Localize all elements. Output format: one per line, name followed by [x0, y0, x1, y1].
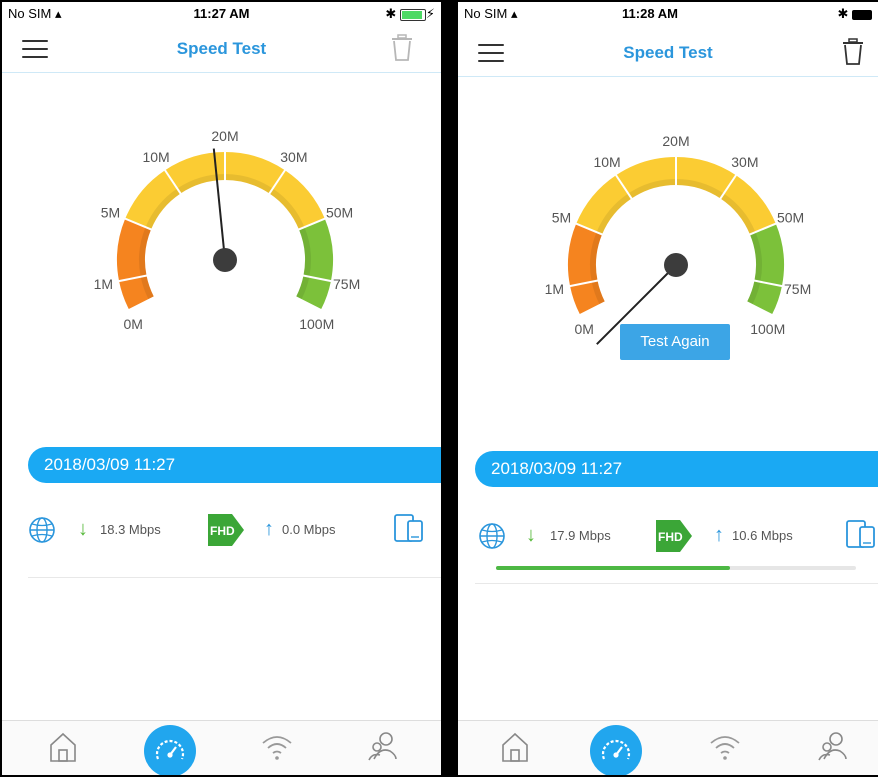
download-arrow-icon: ↓: [78, 518, 88, 540]
gauge-tick-label: 10M: [142, 149, 169, 165]
speed-gauge: 0M 1M 5M 10M 20M 30M 50M 75M 100M: [94, 128, 361, 332]
wifi-icon: [710, 736, 740, 760]
status-bar: No SIM ▴ 11:28 AM ✱: [458, 2, 878, 26]
gauge-tick-label: 5M: [552, 210, 571, 226]
devices-icon[interactable]: [844, 518, 878, 552]
result-row: ↓ 17.9 Mbps FHD ↑ 10.6 Mbps: [458, 516, 878, 556]
gauge-tick-label: 0M: [575, 321, 594, 337]
tab-home[interactable]: [40, 729, 86, 775]
status-time: 11:27 AM: [193, 6, 250, 21]
upload-speed: 0.0 Mbps: [282, 522, 336, 537]
gauge-tick-label: 1M: [545, 281, 564, 297]
phone-screen-1: No SIM ▴ 11:27 AM ✱ ⚡ Speed Test 0M 1M 5M 1…: [0, 0, 443, 777]
result-row: ↓ 18.3 Mbps FHD ↑ 0.0 Mbps: [2, 510, 441, 550]
gauge-tick-label: 1M: [94, 276, 113, 292]
page-title: Speed Test: [623, 43, 713, 62]
battery-icon: ✱ ⚡: [385, 6, 435, 21]
trash-icon[interactable]: [391, 34, 413, 62]
home-icon: [50, 732, 76, 762]
upload-speed: 10.6 Mbps: [732, 528, 793, 543]
gauge-tick-label: 100M: [750, 321, 785, 337]
fhd-badge: FHD: [656, 520, 692, 552]
trash-icon[interactable]: [842, 38, 864, 66]
divider: [475, 583, 878, 584]
gauge-tick-label: 100M: [299, 316, 334, 332]
fhd-label: FHD: [658, 530, 683, 544]
tab-wifi[interactable]: [254, 729, 300, 775]
nav-bar: Speed Test: [458, 30, 878, 77]
gauge-tick-label: 20M: [662, 133, 689, 149]
gauge-tick-label: 75M: [333, 276, 360, 292]
test-progress-fill: [496, 566, 730, 570]
tab-family[interactable]: [810, 729, 856, 775]
gauge-tick-label: 50M: [326, 205, 353, 221]
globe-icon: [479, 523, 505, 549]
tab-speed-test[interactable]: [590, 725, 642, 775]
test-date-bar: 2018/03/09 11:27: [28, 447, 441, 483]
download-speed: 17.9 Mbps: [550, 528, 611, 543]
download-speed: 18.3 Mbps: [100, 522, 161, 537]
users-icon: [818, 732, 847, 761]
tab-bar: [2, 720, 441, 775]
gauge-tick-label: 20M: [211, 128, 238, 144]
home-icon: [502, 732, 528, 762]
nav-bar: Speed Test: [2, 26, 441, 73]
test-again-button[interactable]: Test Again: [620, 324, 730, 360]
test-progress-bar: [496, 566, 856, 570]
users-icon: [368, 732, 397, 761]
fhd-badge: FHD: [208, 514, 244, 546]
devices-icon[interactable]: [392, 512, 426, 546]
gauge-tick-label: 75M: [784, 281, 811, 297]
status-bar: No SIM ▴ 11:27 AM ✱ ⚡: [2, 2, 441, 26]
speed-gauge: 0M 1M 5M 10M 20M 30M 50M 75M 100M: [545, 133, 811, 345]
phone-screen-2: No SIM ▴ 11:28 AM ✱ Speed Test 0M 1M 5M 10M…: [456, 0, 878, 777]
download-arrow-icon: ↓: [526, 524, 536, 546]
speedometer-icon: [155, 739, 185, 760]
gauge-tick-label: 30M: [280, 149, 307, 165]
tab-wifi[interactable]: [702, 729, 748, 775]
globe-icon: [29, 517, 55, 543]
test-date-bar: 2018/03/09 11:27: [475, 451, 878, 487]
gauge-tick-label: 10M: [593, 154, 620, 170]
gauge-hub: [213, 248, 237, 272]
tab-home[interactable]: [492, 729, 538, 775]
page-title: Speed Test: [176, 39, 267, 58]
tab-bar: [458, 720, 878, 775]
gauge-tick-label: 5M: [101, 205, 120, 221]
upload-arrow-icon: ↑: [264, 518, 274, 540]
status-time: 11:28 AM: [622, 6, 678, 21]
divider: [28, 577, 441, 578]
fhd-label: FHD: [210, 524, 235, 538]
tab-family[interactable]: [360, 729, 406, 775]
gauge-hub: [664, 253, 688, 277]
tab-speed-test[interactable]: [144, 725, 196, 775]
battery-icon: ✱: [837, 6, 872, 22]
gauge-tick-label: 30M: [731, 154, 758, 170]
gauge-tick-label: 50M: [777, 210, 804, 226]
wifi-icon: [262, 736, 292, 760]
upload-arrow-icon: ↑: [714, 524, 724, 546]
speedometer-icon: [601, 739, 631, 760]
gauge-tick-label: 0M: [124, 316, 143, 332]
